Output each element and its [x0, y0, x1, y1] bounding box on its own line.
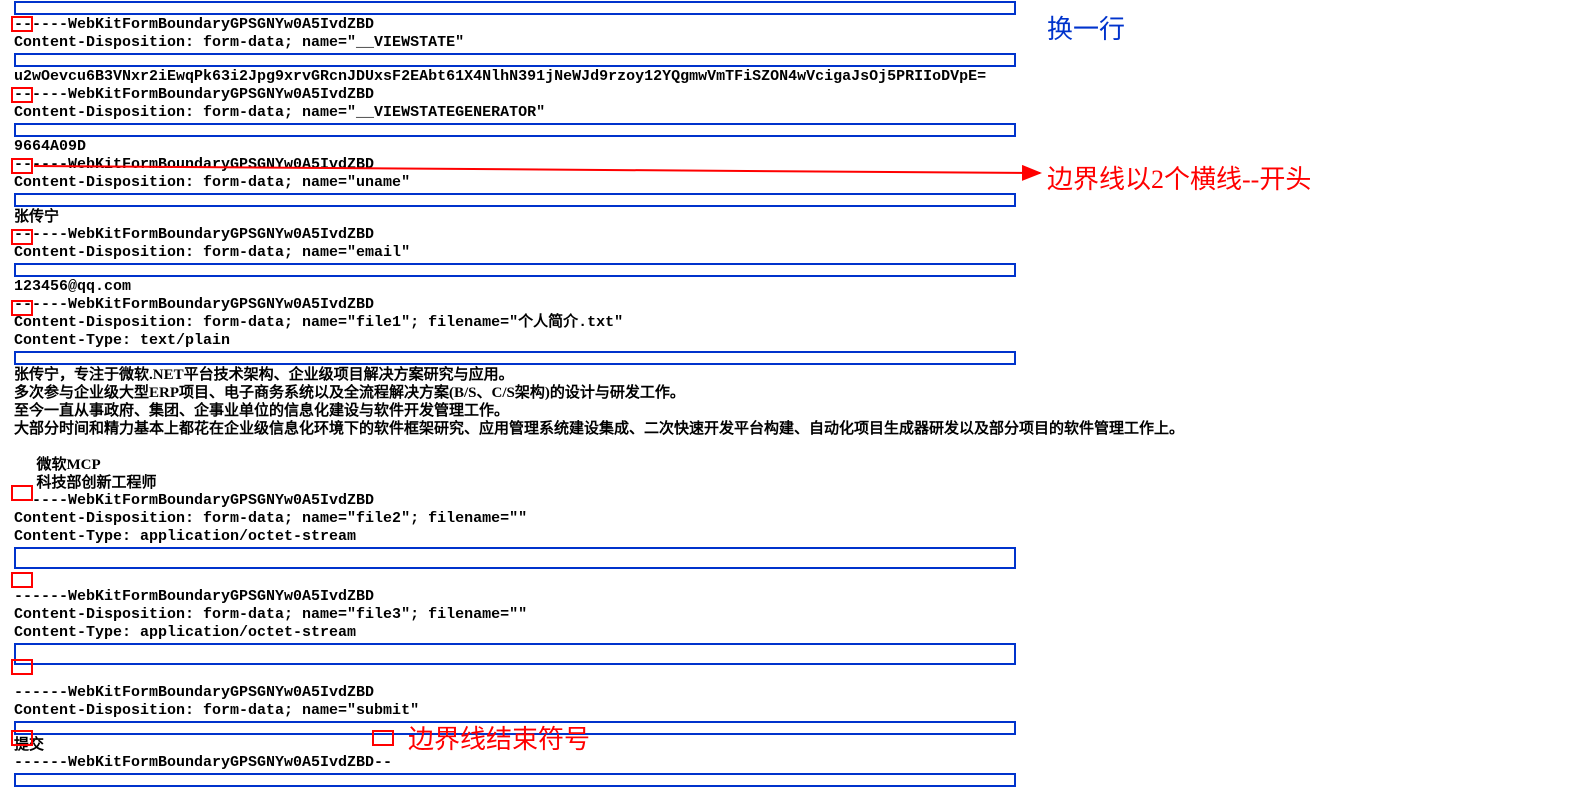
- arrow-annotation: [0, 1, 1595, 783]
